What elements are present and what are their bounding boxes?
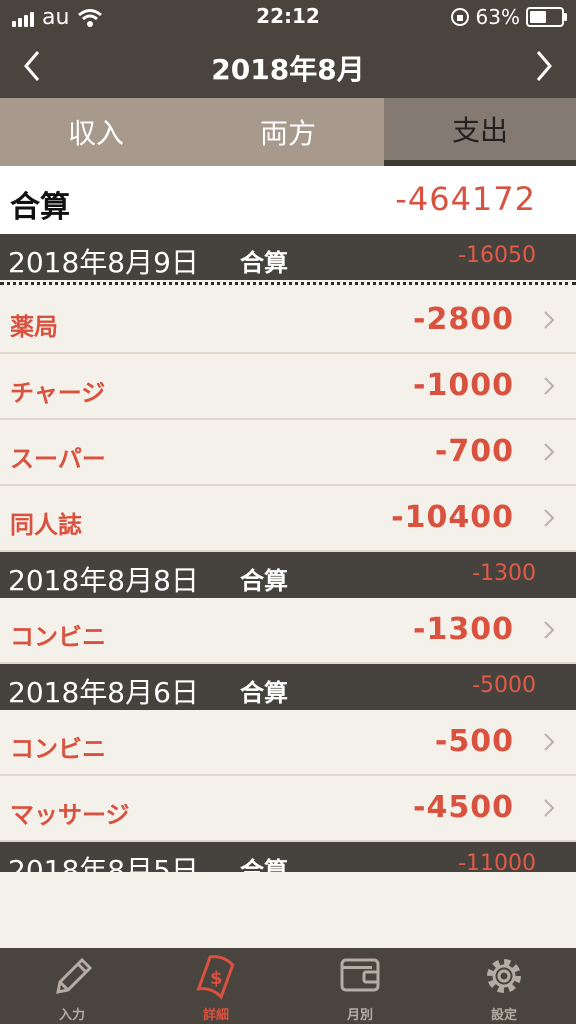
nav-bar: 2018年8月 xyxy=(0,34,576,98)
date-sum-value: -16050 xyxy=(458,243,536,268)
date-sum-label: 合算 xyxy=(240,857,288,872)
date-label: 2018年8月9日 xyxy=(8,246,199,279)
tab-label: 支出 xyxy=(451,114,508,147)
total-label: 合算 xyxy=(10,190,70,225)
item-name: チャージ xyxy=(10,379,106,407)
tab-expense[interactable]: 支出 xyxy=(384,98,576,166)
list-item[interactable]: コンビニ -500 xyxy=(0,710,576,776)
tabbar-item-input[interactable]: 入力 xyxy=(0,948,144,1024)
chevron-right-icon xyxy=(544,799,555,817)
date-sum-value: -11000 xyxy=(458,851,536,872)
item-name: マッサージ xyxy=(10,801,130,829)
item-name: スーパー xyxy=(10,445,106,473)
svg-text:$: $ xyxy=(210,968,223,989)
date-header: 2018年8月6日 合算 -5000 xyxy=(0,664,576,710)
item-name: 薬局 xyxy=(10,313,58,341)
battery-icon xyxy=(526,7,567,27)
tabbar-item-monthly[interactable]: 月別 xyxy=(288,948,432,1024)
gear-icon xyxy=(487,959,521,993)
total-row: 合算 -464172 xyxy=(0,166,576,234)
list-item[interactable]: チャージ -1000 xyxy=(0,354,576,420)
tabbar-label: 月別 xyxy=(346,1008,373,1023)
month-title: 2018年8月 xyxy=(211,53,365,86)
date-sum-label: 合算 xyxy=(240,249,288,277)
tabbar-item-settings[interactable]: 設定 xyxy=(432,948,576,1024)
status-right: 63% xyxy=(450,5,567,29)
item-amount: -10400 xyxy=(391,500,514,535)
orientation-lock-icon xyxy=(450,8,469,26)
tabbar-label: 設定 xyxy=(490,1008,517,1023)
item-amount: -700 xyxy=(434,434,514,469)
item-amount: -4500 xyxy=(413,790,514,825)
item-amount: -1300 xyxy=(413,612,514,647)
date-label: 2018年8月6日 xyxy=(8,676,199,709)
tabbar-item-detail[interactable]: $ 詳細 xyxy=(144,948,288,1024)
chevron-right-icon xyxy=(544,733,555,751)
transaction-list[interactable]: 2018年8月9日 合算 -16050 薬局 -2800 チャージ -1000 … xyxy=(0,234,576,872)
item-name: 同人誌 xyxy=(10,511,82,539)
date-header: 2018年8月9日 合算 -16050 xyxy=(0,234,576,280)
tabbar-label: 詳細 xyxy=(202,1008,229,1023)
total-value: -464172 xyxy=(395,180,536,218)
wallet-icon xyxy=(340,958,380,992)
tab-label: 収入 xyxy=(67,117,124,150)
item-name: コンビニ xyxy=(10,623,106,651)
date-sum-value: -1300 xyxy=(472,561,536,586)
tab-income[interactable]: 収入 xyxy=(0,98,192,166)
chevron-right-icon xyxy=(544,621,555,639)
list-item[interactable]: 同人誌 -10400 xyxy=(0,486,576,552)
tabbar-label: 入力 xyxy=(58,1008,85,1023)
segment-tabs: 収入 両方 支出 xyxy=(0,98,576,166)
money-icon: $ xyxy=(196,955,235,1000)
next-month-button[interactable] xyxy=(522,44,566,88)
date-sum-value: -5000 xyxy=(472,673,536,698)
chevron-right-icon xyxy=(544,509,555,527)
status-bar: au 22:12 63% xyxy=(0,0,576,34)
date-label: 2018年8月8日 xyxy=(8,564,199,597)
date-label: 2018年8月5日 xyxy=(8,854,199,872)
pencil-icon xyxy=(56,957,93,994)
list-item[interactable]: コンビニ -1300 xyxy=(0,598,576,664)
battery-percent: 63% xyxy=(475,5,520,29)
chevron-right-icon xyxy=(536,51,552,81)
list-item[interactable]: マッサージ -4500 xyxy=(0,776,576,842)
item-amount: -500 xyxy=(434,724,514,759)
tab-label: 両方 xyxy=(259,117,316,150)
list-item[interactable]: 薬局 -2800 xyxy=(0,288,576,354)
chevron-right-icon xyxy=(544,311,555,329)
date-header: 2018年8月5日 合算 -11000 xyxy=(0,842,576,872)
item-amount: -1000 xyxy=(413,368,514,403)
date-header: 2018年8月8日 合算 -1300 xyxy=(0,552,576,598)
chevron-right-icon xyxy=(544,377,555,395)
bottom-tab-bar: 入力 $ 詳細 月別 設定 xyxy=(0,948,576,1024)
date-sum-label: 合算 xyxy=(240,679,288,707)
item-name: コンビニ xyxy=(10,735,106,763)
item-amount: -2800 xyxy=(413,302,514,337)
tab-both[interactable]: 両方 xyxy=(192,98,384,166)
chevron-right-icon xyxy=(544,443,555,461)
date-sum-label: 合算 xyxy=(240,567,288,595)
list-item[interactable]: スーパー -700 xyxy=(0,420,576,486)
